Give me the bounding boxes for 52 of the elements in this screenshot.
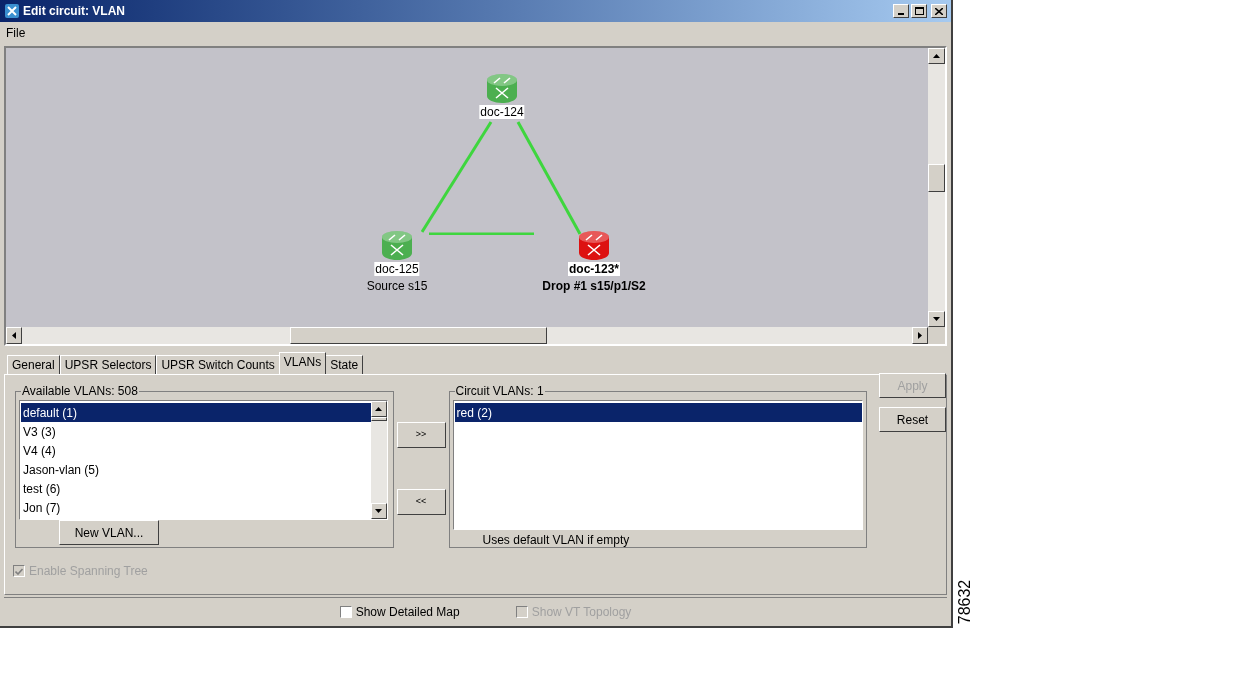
scroll-up-icon	[375, 407, 383, 411]
tab[interactable]: VLANs	[278, 352, 327, 374]
list-item[interactable]: Jason-vlan (5)	[21, 460, 371, 479]
router-icon[interactable]	[486, 72, 518, 104]
scrollbar-thumb[interactable]	[928, 164, 945, 192]
node-label: doc-123*	[568, 262, 620, 276]
router-icon[interactable]	[381, 229, 413, 261]
node-caption: Drop #1 s15/p1/S2	[542, 279, 646, 293]
scrollbar-thumb[interactable]	[290, 327, 547, 344]
node-label: doc-124	[479, 105, 525, 119]
scroll-down-icon	[375, 509, 383, 513]
list-item[interactable]: V4 (4)	[21, 441, 371, 460]
new-vlan-button[interactable]: New VLAN...	[59, 520, 159, 545]
check-icon	[15, 567, 23, 575]
list-item[interactable]: default (1)	[21, 403, 371, 422]
maximize-icon	[914, 7, 924, 15]
checkbox[interactable]	[339, 606, 352, 618]
group-title: Available VLANs: 508	[21, 383, 139, 400]
list-item[interactable]: V3 (3)	[21, 422, 371, 441]
list-item[interactable]: red (2)	[454, 403, 862, 422]
hint-text: Uses default VLAN if empty	[481, 532, 630, 549]
tab[interactable]: UPSR Selectors	[59, 355, 157, 374]
scroll-left-icon	[12, 332, 16, 339]
horizontal-scrollbar[interactable]	[6, 327, 928, 344]
move-button[interactable]: <<	[396, 489, 446, 515]
tab[interactable]: General	[7, 355, 60, 374]
minimize-button[interactable]	[893, 4, 909, 18]
close-icon	[935, 7, 943, 15]
scrollbar-thumb[interactable]	[370, 417, 387, 421]
tab[interactable]: UPSR Switch Counts	[156, 355, 280, 374]
maximize-button[interactable]	[911, 4, 927, 18]
action-button[interactable]: Reset	[879, 407, 946, 432]
tab[interactable]: State	[325, 355, 364, 374]
group-title: Circuit VLANs: 1	[454, 383, 545, 400]
scroll-right-icon	[918, 332, 922, 339]
close-button[interactable]	[931, 4, 947, 18]
vertical-scrollbar[interactable]	[370, 401, 387, 519]
minimize-icon	[898, 13, 904, 15]
vertical-scrollbar[interactable]	[928, 48, 945, 327]
scroll-up-icon	[933, 54, 940, 58]
list-item[interactable]: test (6)	[21, 479, 371, 498]
node-caption: Source s15	[366, 279, 428, 293]
scroll-down-icon	[933, 317, 940, 321]
router-icon[interactable]	[578, 229, 610, 261]
list-item[interactable]: Jon (7)	[21, 498, 371, 517]
app-icon	[4, 3, 20, 19]
checkbox-label: Show Detailed Map	[355, 604, 460, 621]
move-button[interactable]: >>	[396, 422, 446, 448]
window-title: Edit circuit: VLAN	[23, 3, 125, 20]
figure-number: 78632	[955, 579, 974, 625]
node-label: doc-125	[374, 262, 420, 276]
menu-item[interactable]: File	[6, 24, 26, 42]
